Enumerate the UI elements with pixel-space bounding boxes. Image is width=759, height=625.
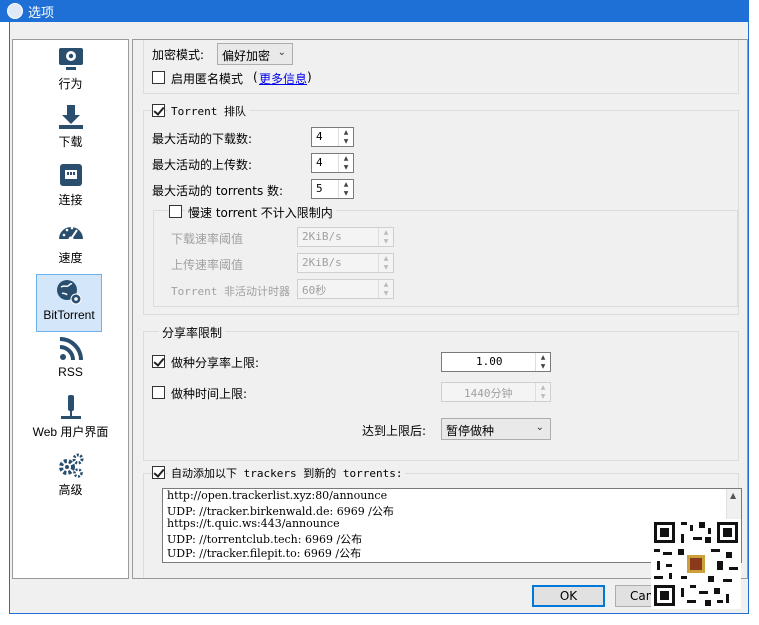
max-torrents-value: 5 — [316, 182, 323, 195]
stepper-arrows[interactable]: ▲ ▼ — [378, 228, 393, 246]
bittorrent-icon — [57, 280, 82, 305]
anonymous-mode-label: 启用匿名模式 — [171, 72, 244, 86]
inactive-timer-stepper[interactable]: 60秒 ▲ ▼ — [297, 279, 394, 299]
speed-icon — [58, 226, 83, 242]
max-downloads-label: 最大活动的下载数: — [152, 132, 253, 146]
more-info-link[interactable]: 更多信息 — [259, 70, 307, 87]
sidebar-item-webui[interactable]: Web 用户界面 — [13, 390, 128, 448]
sidebar-item-label: Web 用户界面 — [32, 425, 109, 439]
seed-time-value: 1440分钟 — [464, 387, 513, 400]
title-bar: 选项 — [0, 0, 749, 22]
inactive-timer-value: 60秒 — [302, 284, 327, 297]
seed-time-checkbox[interactable] — [152, 386, 165, 399]
seed-ratio-label: 做种分享率上限: — [171, 356, 260, 370]
stepper-arrows[interactable]: ▲ ▼ — [338, 180, 353, 198]
seed-ratio-checkbox[interactable] — [152, 355, 165, 368]
sidebar-item-label: 高级 — [58, 483, 83, 497]
app-icon — [7, 3, 23, 19]
ul-threshold-value: 2KiB/s — [302, 256, 342, 269]
more-info-paren-open: ( — [253, 70, 258, 84]
seed-time-stepper[interactable]: 1440分钟 ▲ ▼ — [441, 382, 551, 402]
torrent-queue-title: Torrent 排队 — [168, 103, 249, 119]
sidebar-item-label: 下载 — [58, 135, 83, 149]
dl-threshold-label: 下载速率阈值 — [171, 232, 244, 246]
max-torrents-stepper[interactable]: 5 ▲ ▼ — [311, 179, 354, 199]
ul-threshold-label: 上传速率阈值 — [171, 258, 244, 272]
sidebar-item-label: BitTorrent — [43, 308, 95, 322]
seed-ratio-value: 1.00 — [476, 355, 503, 368]
stepper-arrows[interactable]: ▲ ▼ — [378, 280, 393, 298]
connection-icon — [59, 164, 82, 186]
sidebar: 行为 下载 连接 速度 BitTorrent RSS Web 用户界面 高级 — [12, 39, 129, 579]
tracker-line: UDP: //tracker.birkenwald.de: 6969 /公布 — [167, 505, 394, 518]
stepper-arrows[interactable]: ▲ ▼ — [378, 254, 393, 272]
slow-torrents-checkbox[interactable] — [169, 205, 182, 218]
ok-button[interactable]: OK — [532, 585, 605, 607]
slow-torrents-title: 慢速 torrent 不计入限制内 — [185, 204, 336, 221]
more-info-paren-close: ) — [307, 70, 312, 84]
limit-action-label: 达到上限后: — [362, 424, 427, 438]
advanced-icon — [58, 453, 83, 478]
auto-trackers-label: 自动添加以下 trackers 到新的 torrents: — [168, 465, 406, 481]
sidebar-item-bittorrent[interactable]: BitTorrent — [36, 274, 102, 332]
limit-action-select[interactable]: 暂停做种 ⌄ — [441, 418, 551, 440]
max-downloads-stepper[interactable]: 4 ▲ ▼ — [311, 127, 354, 147]
sidebar-item-label: 行为 — [58, 77, 83, 91]
seed-ratio-stepper[interactable]: 1.00 ▲ ▼ — [441, 352, 551, 372]
encryption-mode-value: 偏好加密 — [222, 49, 271, 63]
chevron-down-icon: ⌄ — [535, 422, 544, 433]
ul-threshold-stepper[interactable]: 2KiB/s ▲ ▼ — [297, 253, 394, 273]
max-uploads-stepper[interactable]: 4 ▲ ▼ — [311, 153, 354, 173]
anonymous-mode-checkbox[interactable] — [152, 71, 165, 84]
window-title: 选项 — [28, 6, 55, 21]
stepper-arrows[interactable]: ▲ ▼ — [338, 128, 353, 146]
auto-trackers-checkbox[interactable] — [152, 466, 165, 479]
encryption-mode-select[interactable]: 偏好加密 ⌄ — [217, 43, 293, 65]
inactive-timer-label: Torrent 非活动计时器 — [171, 285, 290, 298]
max-downloads-value: 4 — [316, 130, 323, 143]
stepper-arrows[interactable]: ▲ ▼ — [338, 154, 353, 172]
sidebar-item-speed[interactable]: 速度 — [13, 216, 128, 274]
download-icon — [58, 105, 83, 129]
sidebar-item-label: 连接 — [58, 193, 83, 207]
chevron-down-icon: ⌄ — [277, 47, 286, 58]
stepper-arrows[interactable]: ▲ ▼ — [535, 353, 550, 371]
max-torrents-label: 最大活动的 torrents 数: — [152, 184, 284, 198]
stepper-arrows[interactable]: ▲ ▼ — [535, 383, 550, 401]
sidebar-item-label: RSS — [58, 365, 83, 379]
qr-code-watermark — [651, 519, 741, 609]
rss-icon — [59, 337, 83, 361]
max-uploads-label: 最大活动的上传数: — [152, 158, 253, 172]
settings-panel: 加密模式: 偏好加密 ⌄ 启用匿名模式 ( 更多信息 ) Torrent 排队 … — [132, 39, 748, 579]
sidebar-item-label: 速度 — [58, 251, 83, 265]
sidebar-item-connection[interactable]: 连接 — [13, 158, 128, 216]
scroll-up-icon[interactable]: ▲ — [730, 491, 736, 500]
limit-action-value: 暂停做种 — [446, 424, 495, 438]
seed-time-label: 做种时间上限: — [171, 387, 248, 401]
max-uploads-value: 4 — [316, 156, 323, 169]
sidebar-item-rss[interactable]: RSS — [13, 332, 128, 390]
options-window: 行为 下载 连接 速度 BitTorrent RSS Web 用户界面 高级 加… — [9, 22, 749, 614]
behavior-icon — [58, 48, 83, 70]
dl-threshold-stepper[interactable]: 2KiB/s ▲ ▼ — [297, 227, 394, 247]
tracker-line: http://open.trackerlist.xyz:80/announce — [167, 489, 388, 502]
encryption-mode-label: 加密模式: — [152, 48, 205, 62]
webui-icon — [60, 395, 81, 419]
sidebar-item-behavior[interactable]: 行为 — [13, 42, 128, 100]
torrent-queue-checkbox[interactable] — [152, 104, 165, 117]
dl-threshold-value: 2KiB/s — [302, 230, 342, 243]
sidebar-item-download[interactable]: 下载 — [13, 100, 128, 158]
share-ratio-title: 分享率限制 — [159, 324, 226, 341]
sidebar-item-advanced[interactable]: 高级 — [13, 448, 128, 506]
